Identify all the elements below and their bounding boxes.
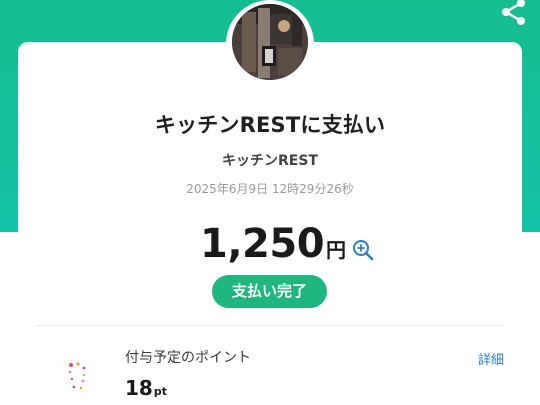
divider xyxy=(36,325,504,326)
amount-row: 1,250 円 xyxy=(200,214,380,266)
points-unit: pt xyxy=(153,385,167,398)
merchant-avatar xyxy=(226,0,314,88)
points-value-row: 18pt xyxy=(125,376,167,400)
payment-title: キッチンRESTに支払い xyxy=(154,113,386,137)
store-photo xyxy=(232,4,308,80)
status-badge: 支払い完了 xyxy=(212,275,327,308)
merchant-name: キッチンREST xyxy=(222,153,318,169)
zoom-in-icon[interactable] xyxy=(352,239,374,261)
sparkle-points-icon xyxy=(68,362,86,390)
points-value: 18 xyxy=(125,376,153,400)
share-icon[interactable] xyxy=(498,0,528,26)
currency-unit: 円 xyxy=(326,238,347,262)
payment-timestamp: 2025年6月9日 12時29分26秒 xyxy=(186,182,354,196)
points-detail-link[interactable]: 詳細 xyxy=(478,349,504,368)
payment-amount: 1,250 xyxy=(200,221,325,267)
points-label: 付与予定のポイント xyxy=(125,350,251,366)
